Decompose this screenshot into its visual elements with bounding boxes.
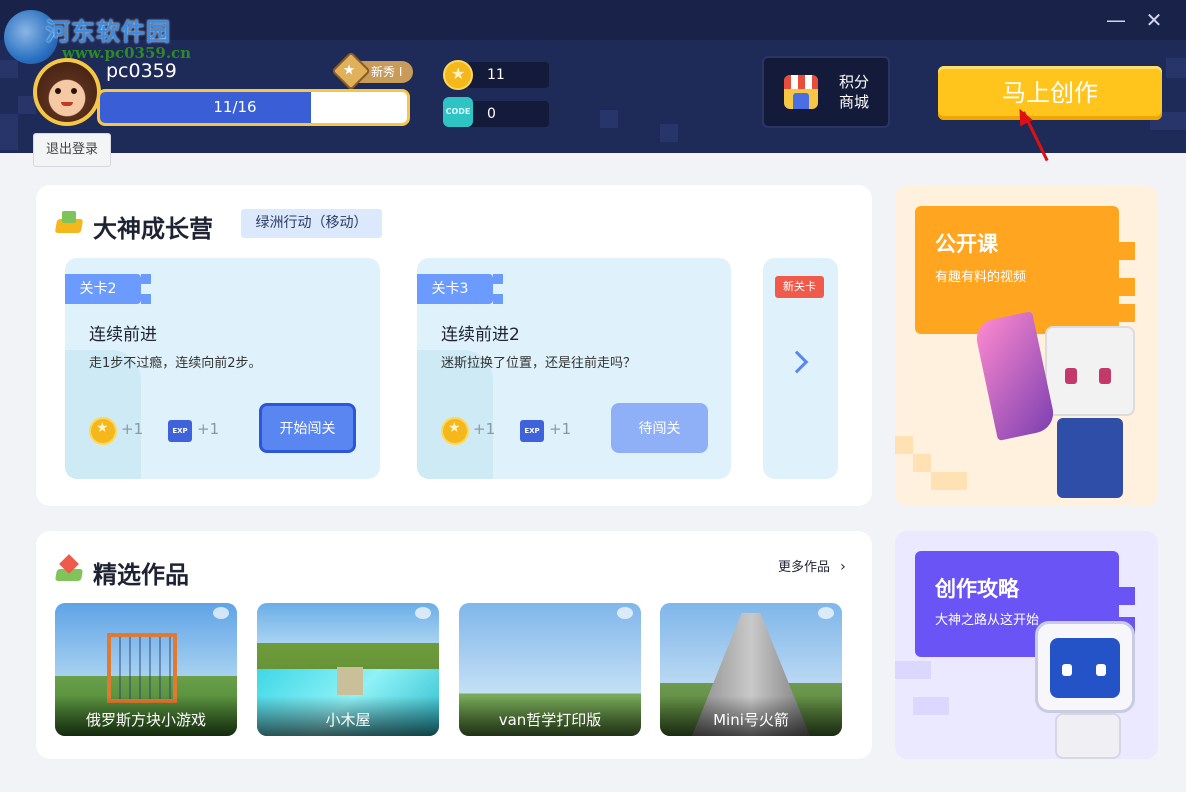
shop-icon [784,75,818,109]
work-corner-icon [617,607,633,619]
watermark: 河东软件园 www.pc0359.cn [4,4,204,64]
pixel-decor [1117,304,1135,322]
work-corner-icon [818,607,834,619]
creation-guide-promo[interactable]: 创作攻略 大神之路从这开始 [895,531,1158,759]
watermark-name: 河东软件园 [46,17,171,46]
work-corner-icon [415,607,431,619]
create-now-button[interactable]: 马上创作 [938,66,1162,120]
work-item[interactable]: Mini号火箭 [660,603,842,736]
work-title: 俄罗斯方块小游戏 [55,696,237,736]
work-title: van哲学打印版 [459,696,641,736]
more-works-link[interactable]: 更多作品 › [778,556,846,575]
work-title: 小木屋 [257,696,439,736]
code-value: 0 [467,101,549,127]
creation-guide-title: 创作攻略 [935,577,1019,601]
new-level-badge: 新关卡 [775,276,824,298]
character-illustration [1045,326,1135,416]
open-class-promo[interactable]: 公开课 有趣有料的视频 [895,186,1158,506]
chevron-right-icon: › [840,559,846,575]
work-item[interactable]: van哲学打印版 [459,603,641,736]
character-body [1057,418,1123,498]
exp-reward-icon: EXP [520,420,544,442]
pixel-decor [660,124,678,142]
camp-mode-tag[interactable]: 绿洲行动（移动） [241,209,382,238]
exp-reward-value: +1 [197,420,220,438]
chevron-right-icon [785,350,809,374]
level-tag: 关卡2 [65,274,141,304]
more-works-label: 更多作品 [778,560,831,575]
level-name: 连续前进 [89,325,157,345]
pixel-decor [1166,58,1186,78]
creation-guide-subtitle: 大神之路从这开始 [935,613,1040,628]
robot-body [1055,713,1121,759]
level-name: 连续前进2 [441,325,520,345]
work-item[interactable]: 小木屋 [257,603,439,736]
level-card-3: 关卡3 连续前进2 迷斯拉换了位置，还是往前走吗？ +1 EXP +1 待闯关 [417,258,731,479]
featured-icon [54,554,84,583]
pixel-decor [0,114,18,150]
pixel-decor [913,697,949,715]
level-description: 迷斯拉换了位置，还是往前走吗？ [441,356,637,371]
coin-value: 11 [467,62,549,88]
featured-works-title: 精选作品 [93,561,189,589]
coin-reward-value: +1 [473,420,496,438]
pixel-decor [1117,278,1135,296]
open-class-subtitle: 有趣有料的视频 [935,270,1027,285]
exp-reward-icon: EXP [168,420,192,442]
pending-level-button[interactable]: 待闯关 [611,403,708,453]
avatar[interactable] [33,58,101,126]
pixel-decor [1099,569,1117,587]
points-shop-button[interactable]: 积分商城 [762,56,890,128]
logout-button[interactable]: 退出登录 [33,133,111,167]
level-tag: 关卡3 [417,274,493,304]
xp-progress-text: 11/16 [213,98,257,116]
coin-reward-icon [441,417,469,445]
open-class-title: 公开课 [935,232,998,256]
work-cabin [337,667,363,695]
exp-reward-value: +1 [549,420,572,438]
xp-progress-bar: 11/16 [97,89,410,126]
top-header: 河东软件园 www.pc0359.cn — ✕ pc0359 ★ 新秀 I 11… [0,0,1186,153]
pixel-decor [895,436,913,454]
level-tag-decor [141,274,151,304]
avatar-image [37,62,97,122]
level-tag-decor [493,274,503,304]
pixel-decor [1099,224,1117,242]
code-counter: CODE 0 [443,97,549,127]
points-shop-label: 积分商城 [838,73,869,111]
next-level-card[interactable]: 新关卡 [763,258,838,479]
coin-reward-icon [89,417,117,445]
robot-illustration [1035,621,1135,713]
growth-camp-title: 大神成长营 [93,215,213,243]
coin-icon [443,60,473,90]
camp-icon [54,209,84,237]
level-card-2: 关卡2 连续前进 走1步不过瘾，连续向前2步。 +1 EXP +1 开始闯关 [65,258,380,479]
pixel-decor [1117,587,1135,605]
rank-badge: ★ 新秀 I [331,51,413,91]
pixel-decor [1117,242,1135,260]
username: pc0359 [106,60,177,82]
coin-reward-value: +1 [121,420,144,438]
start-level-button[interactable]: 开始闯关 [259,403,356,453]
work-corner-icon [213,607,229,619]
rank-label: 新秀 I [371,65,403,79]
minimize-button[interactable]: — [1104,8,1128,32]
code-icon: CODE [443,97,473,127]
pixel-decor [931,472,967,490]
rank-star-icon: ★ [331,51,371,91]
pixel-decor [895,661,931,679]
work-title: Mini号火箭 [660,696,842,736]
pixel-decor [600,110,618,128]
level-description: 走1步不过瘾，连续向前2步。 [89,356,262,371]
work-item[interactable]: 俄罗斯方块小游戏 [55,603,237,736]
work-structure [107,633,177,703]
coin-counter: 11 [443,60,549,90]
pixel-decor [913,454,931,472]
close-button[interactable]: ✕ [1142,8,1166,32]
